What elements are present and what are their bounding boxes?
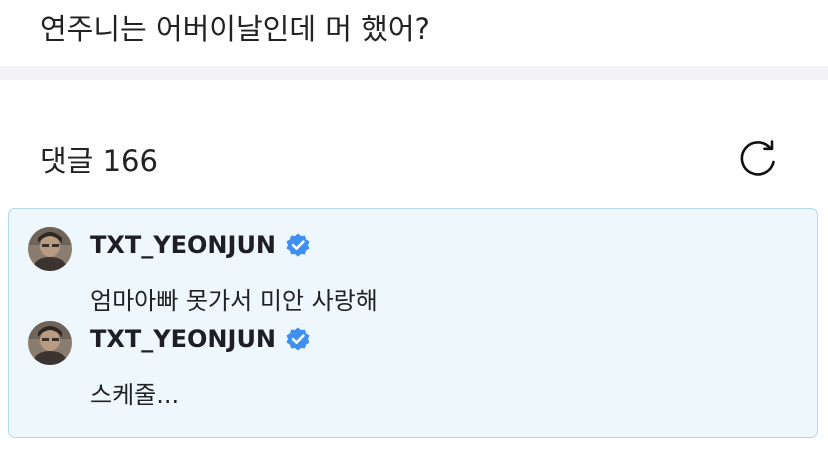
- author-name-text: TXT_YEONJUN: [90, 325, 277, 353]
- verified-badge-icon: [286, 327, 310, 351]
- comment-text: 스케줄...: [90, 381, 180, 409]
- post-text: 연주니는 어버이날인데 머 했어?: [40, 12, 430, 46]
- highlighted-comments: TXT_YEONJUN 엄마아빠 못가서 미안 사랑해 TXT_YEONJUN …: [8, 208, 818, 438]
- comment-author[interactable]: TXT_YEONJUN: [90, 325, 311, 353]
- verified-badge-icon: [286, 233, 310, 257]
- avatar[interactable]: [28, 321, 72, 365]
- avatar[interactable]: [28, 227, 72, 271]
- author-name-text: TXT_YEONJUN: [90, 231, 277, 259]
- refresh-button[interactable]: [738, 136, 780, 178]
- comment-text: 엄마아빠 못가서 미안 사랑해: [90, 287, 378, 315]
- section-divider: [0, 66, 828, 80]
- comment-author[interactable]: TXT_YEONJUN: [90, 231, 311, 259]
- refresh-icon: [740, 140, 775, 176]
- comments-screen: 연주니는 어버이날인데 머 했어? 댓글 166 TXT_YEONJUN 엄마아…: [0, 0, 828, 453]
- comment-count-label: 댓글 166: [40, 144, 158, 178]
